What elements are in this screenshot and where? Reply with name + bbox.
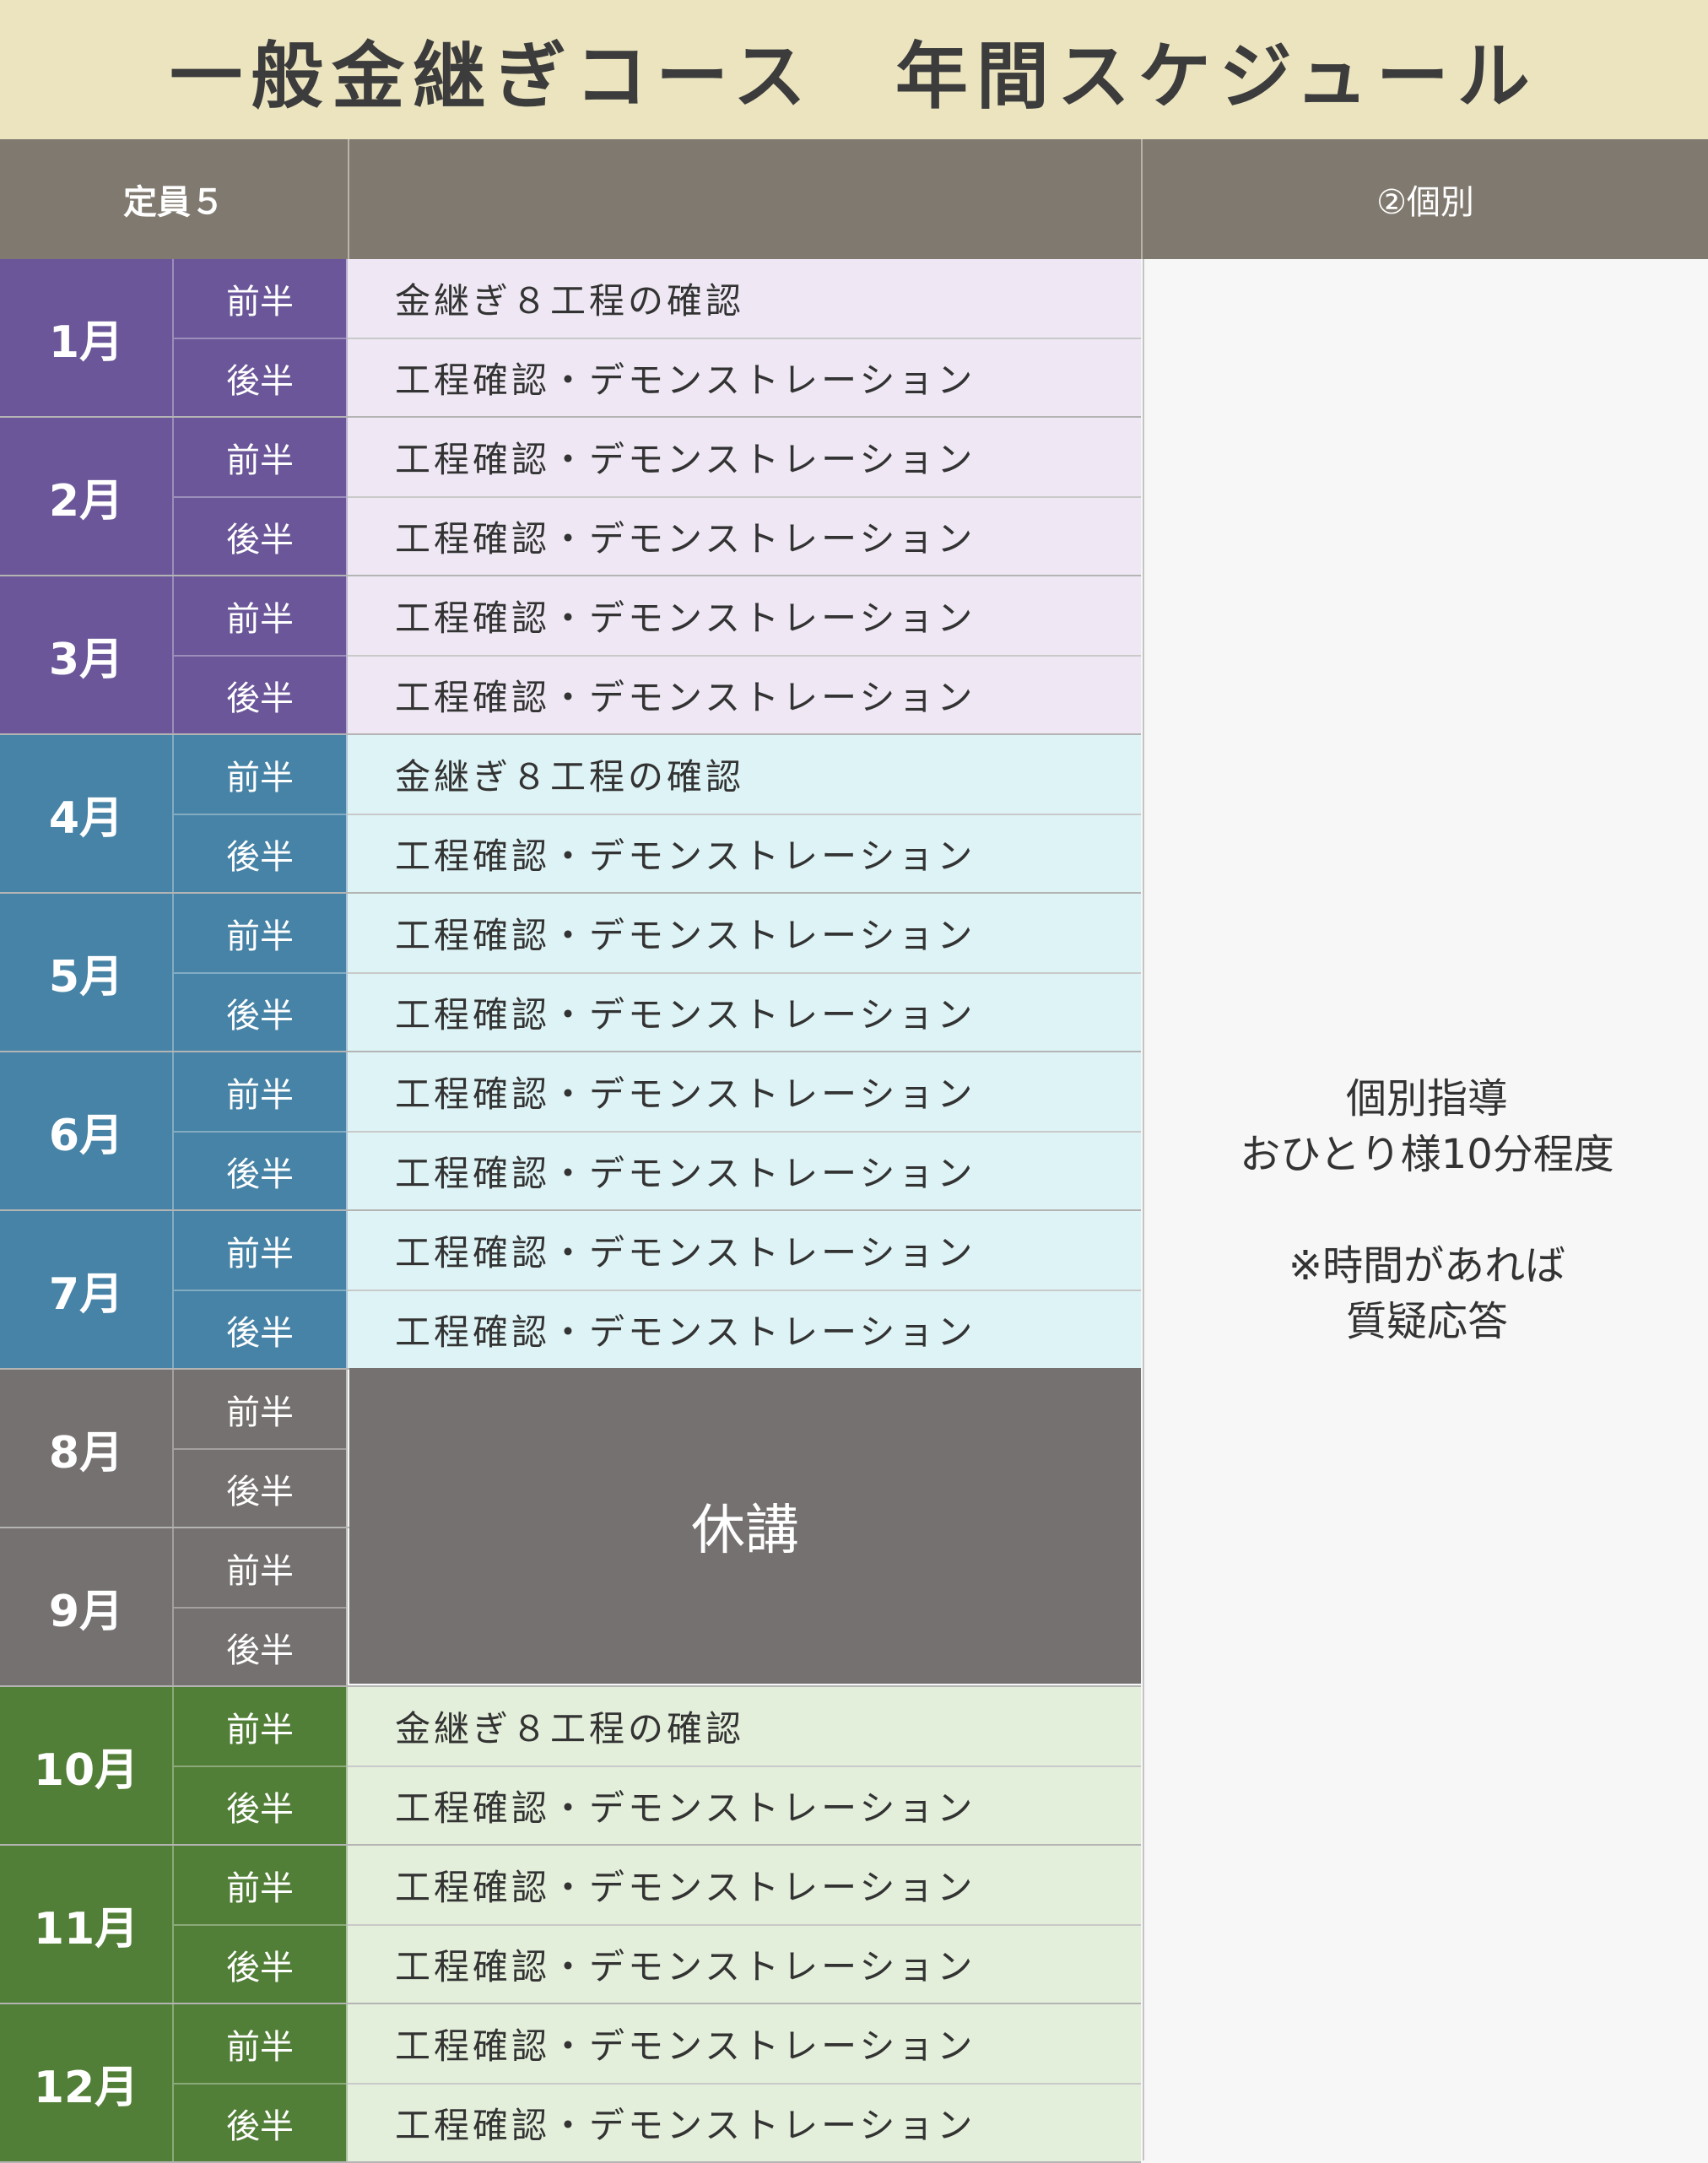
lesson-content: 金継ぎ８工程の確認 bbox=[395, 280, 745, 322]
month-row: 6月 前半 後半 工程確認・デモンストレーション 工程確認・デモンストレーション bbox=[0, 1052, 1141, 1211]
lesson-content: 工程確認・デモンストレーション bbox=[348, 655, 1141, 733]
lesson-content: 工程確認・デモンストレーション bbox=[348, 1924, 1141, 2003]
lesson-contents: 工程確認・デモンストレーション 工程確認・デモンストレーション bbox=[348, 418, 1141, 575]
lesson-content: 工程確認・デモンストレーション bbox=[348, 496, 1141, 575]
lesson-content: 工程確認・デモンストレーション bbox=[395, 2025, 976, 2067]
individual-note-line: 質疑応答 bbox=[1345, 1297, 1508, 1345]
content-header bbox=[349, 139, 1141, 259]
half-labels: 前半 後半 bbox=[174, 1052, 348, 1209]
month-label: 4月 bbox=[0, 735, 174, 892]
month-row: 2月 前半 後半 工程確認・デモンストレーション 工程確認・デモンストレーション bbox=[0, 418, 1141, 576]
lesson-contents: 工程確認・デモンストレーション 工程確認・デモンストレーション bbox=[348, 894, 1141, 1051]
month-row: 1月 前半 後半 金継ぎ８工程の確認 工程確認・デモンストレーション bbox=[0, 259, 1141, 418]
half-labels: 前半 後半 bbox=[174, 1211, 348, 1368]
lesson-content: 工程確認・デモンストレーション bbox=[348, 814, 1141, 892]
month-row: 3月 前半 後半 工程確認・デモンストレーション 工程確認・デモンストレーション bbox=[0, 576, 1141, 735]
lesson-content: 工程確認・デモンストレーション bbox=[348, 1766, 1141, 1844]
half-label: 前半 bbox=[226, 1868, 294, 1908]
half-label: 前半 bbox=[226, 441, 294, 480]
month-label: 12月 bbox=[0, 2004, 174, 2161]
month-row: 7月 前半 後半 工程確認・デモンストレーション 工程確認・デモンストレーション bbox=[0, 1211, 1141, 1370]
half-labels: 前半 後半 bbox=[174, 1687, 348, 1844]
page-title: 一般金継ぎコース 年間スケジュール bbox=[0, 0, 1708, 141]
month-row: 4月 前半 後半 金継ぎ８工程の確認 工程確認・デモンストレーション bbox=[0, 735, 1141, 894]
half-label: 後半 bbox=[174, 1290, 346, 1368]
lesson-contents: 工程確認・デモンストレーション 工程確認・デモンストレーション bbox=[348, 1211, 1141, 1368]
half-label: 後半 bbox=[174, 2083, 346, 2161]
month-label: 10月 bbox=[0, 1687, 174, 1844]
half-label: 前半 bbox=[226, 917, 294, 956]
month-label: 6月 bbox=[0, 1052, 174, 1209]
half-label: 後半 bbox=[174, 1766, 346, 1844]
half-label: 後半 bbox=[174, 1607, 346, 1685]
individual-note-line: 個別指導 bbox=[1345, 1074, 1508, 1122]
half-label: 後半 bbox=[174, 496, 346, 575]
month-label: 9月 bbox=[0, 1528, 174, 1685]
lesson-content: 工程確認・デモンストレーション bbox=[348, 2083, 1141, 2161]
lesson-contents: 工程確認・デモンストレーション 工程確認・デモンストレーション bbox=[348, 2004, 1141, 2161]
lesson-content: 工程確認・デモンストレーション bbox=[395, 1232, 976, 1273]
month-label: 5月 bbox=[0, 894, 174, 1051]
half-label: 前半 bbox=[226, 758, 294, 798]
lesson-contents: 金継ぎ８工程の確認工程確認・デモンストレーション bbox=[348, 259, 1141, 416]
lesson-content: 工程確認・デモンストレーション bbox=[395, 1867, 976, 1908]
lesson-contents: 工程確認・デモンストレーション 工程確認・デモンストレーション bbox=[348, 1052, 1141, 1209]
month-row: 12月 前半 後半 工程確認・デモンストレーション 工程確認・デモンストレーション bbox=[0, 2004, 1141, 2163]
half-labels: 前半 後半 bbox=[174, 1370, 348, 1527]
half-label: 後半 bbox=[174, 655, 346, 733]
lesson-content: 工程確認・デモンストレーション bbox=[348, 338, 1141, 416]
individual-note: 個別指導 おひとり様10分程度 ※時間があれば 質疑応答 bbox=[1143, 259, 1708, 2160]
month-row: 5月 前半 後半 工程確認・デモンストレーション 工程確認・デモンストレーション bbox=[0, 894, 1141, 1052]
lesson-content: 工程確認・デモンストレーション bbox=[395, 439, 976, 480]
lesson-content: 金継ぎ８工程の確認 bbox=[395, 1708, 745, 1749]
half-label: 前半 bbox=[226, 282, 294, 322]
half-label: 後半 bbox=[174, 1131, 346, 1209]
half-label: 前半 bbox=[226, 2027, 294, 2067]
half-label: 後半 bbox=[174, 338, 346, 416]
lesson-content: 工程確認・デモンストレーション bbox=[348, 1131, 1141, 1209]
half-label: 前半 bbox=[226, 1075, 294, 1115]
lesson-content: 金継ぎ８工程の確認 bbox=[395, 756, 745, 798]
individual-note-line: ※時間があれば bbox=[1288, 1241, 1566, 1290]
half-labels: 前半 後半 bbox=[174, 2004, 348, 2161]
month-row: 11月 前半 後半 工程確認・デモンストレーション 工程確認・デモンストレーション bbox=[0, 1846, 1141, 2004]
half-labels: 前半 後半 bbox=[174, 1528, 348, 1685]
lesson-contents: 金継ぎ８工程の確認工程確認・デモンストレーション bbox=[348, 1687, 1141, 1844]
half-labels: 前半 後半 bbox=[174, 1846, 348, 2003]
month-label: 1月 bbox=[0, 259, 174, 416]
half-label: 後半 bbox=[174, 1448, 346, 1527]
half-label: 前半 bbox=[226, 1234, 294, 1273]
half-labels: 前半 後半 bbox=[174, 259, 348, 416]
half-labels: 前半 後半 bbox=[174, 418, 348, 575]
lesson-content: 工程確認・デモンストレーション bbox=[395, 598, 976, 639]
half-labels: 前半 後半 bbox=[174, 576, 348, 733]
half-label: 前半 bbox=[226, 1551, 294, 1591]
individual-note-line: おひとり様10分程度 bbox=[1240, 1130, 1614, 1178]
lesson-contents: 工程確認・デモンストレーション 工程確認・デモンストレーション bbox=[348, 1846, 1141, 2003]
lesson-contents: 金継ぎ８工程の確認工程確認・デモンストレーション bbox=[348, 735, 1141, 892]
month-label: 3月 bbox=[0, 576, 174, 733]
individual-header: ②個別 bbox=[1143, 139, 1708, 259]
lesson-content: 工程確認・デモンストレーション bbox=[348, 1290, 1141, 1368]
lesson-contents: 工程確認・デモンストレーション 工程確認・デモンストレーション bbox=[348, 576, 1141, 733]
half-labels: 前半 後半 bbox=[174, 894, 348, 1051]
month-label: 8月 bbox=[0, 1370, 174, 1527]
month-label: 7月 bbox=[0, 1211, 174, 1368]
half-label: 前半 bbox=[226, 599, 294, 639]
lesson-content: 工程確認・デモンストレーション bbox=[395, 1073, 976, 1115]
half-label: 前半 bbox=[226, 1392, 294, 1432]
half-labels: 前半 後半 bbox=[174, 735, 348, 892]
month-label: 11月 bbox=[0, 1846, 174, 2003]
half-label: 前半 bbox=[226, 1710, 294, 1749]
half-label: 後半 bbox=[174, 1924, 346, 2003]
half-label: 後半 bbox=[174, 972, 346, 1051]
month-row: 10月 前半 後半 金継ぎ８工程の確認 工程確認・デモンストレーション bbox=[0, 1687, 1141, 1846]
month-label: 2月 bbox=[0, 418, 174, 575]
half-label: 後半 bbox=[174, 814, 346, 892]
lesson-content: 工程確認・デモンストレーション bbox=[348, 972, 1141, 1051]
lesson-content: 工程確認・デモンストレーション bbox=[395, 915, 976, 956]
break-cell: 休講 bbox=[349, 1368, 1141, 1684]
capacity-header: 定員５ bbox=[0, 139, 348, 259]
schedule-table: 1月 前半 後半 金継ぎ８工程の確認 工程確認・デモンストレーション 2月 前半 後半 工程確認… bbox=[0, 259, 1141, 2163]
